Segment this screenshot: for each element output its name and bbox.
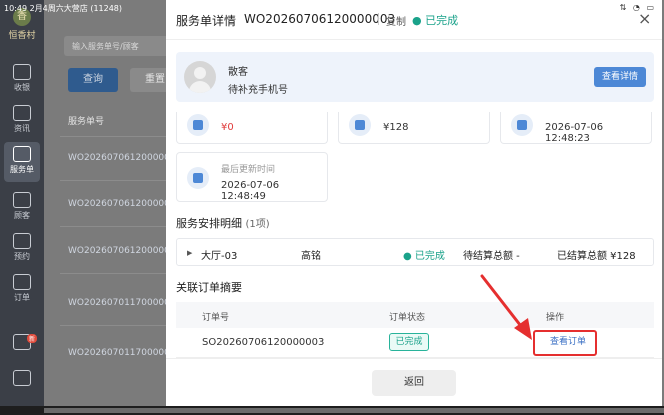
customer-name: 散客 <box>228 67 248 78</box>
service-row[interactable]: ▶ 大厅-03 高铭 ● 已完成 待结算总额 - 已结算总额 ¥128 <box>176 238 654 266</box>
nav-label: 收银 <box>14 83 30 92</box>
nav-label: 资讯 <box>14 124 30 133</box>
nav-item-account[interactable] <box>4 366 40 406</box>
stat-card: ¥128 <box>338 112 490 144</box>
home-icon <box>13 105 31 121</box>
nav-label: 服务单 <box>10 165 34 174</box>
list-item[interactable]: WO2026070612000002 <box>68 199 168 209</box>
calendar-check-icon <box>13 233 31 249</box>
stat-value: ¥0 <box>221 122 234 133</box>
order-section-title: 关联订单摘要 <box>176 279 242 295</box>
list-item[interactable]: WO2026070612000001 <box>68 246 168 256</box>
status-bar: 10:49 2月4周六大营店 (11248) ⇅ ◔ ▭ <box>0 0 664 16</box>
monitor-icon <box>13 64 31 80</box>
list-item[interactable]: WO2026070117000001 <box>68 348 168 358</box>
stat-card: 2026-07-06 12:48:23 <box>500 112 652 144</box>
order-status-badge: 已完成 <box>389 333 429 351</box>
stat-value: ¥128 <box>383 122 409 133</box>
bottom-bar <box>0 406 664 415</box>
new-badge: 新 <box>27 334 38 343</box>
user-icon <box>13 192 31 208</box>
column-header: 操作 <box>546 313 565 323</box>
wallet-icon <box>187 114 209 136</box>
column-header: 订单状态 <box>389 313 426 323</box>
logo-text: 恒香村 <box>8 31 36 41</box>
nav-item-cashier[interactable]: 收银 <box>4 60 40 100</box>
calendar-icon <box>13 146 31 162</box>
nav-item-news[interactable]: 资讯 <box>4 101 40 141</box>
clock-icon <box>511 114 533 136</box>
status-time: 10:49 2月4周六大营店 (11248) <box>4 4 123 13</box>
service-staff: 高铭 <box>301 251 321 262</box>
stat-value: 2026-07-06 12:48:23 <box>545 122 604 144</box>
wallet-icon <box>349 114 371 136</box>
expand-triangle-icon[interactable]: ▶ <box>187 249 192 257</box>
stat-label: 最后更新时间 <box>221 165 276 175</box>
customer-card: 散客 待补充手机号 查看详情 <box>176 52 654 102</box>
nav-label: 预约 <box>14 252 30 261</box>
avatar <box>184 61 216 93</box>
section-title: 关联订单摘要 <box>176 281 242 294</box>
stat-card-last-updated: 最后更新时间 2026-07-06 12:48:49 <box>176 152 328 202</box>
divider <box>60 180 170 181</box>
stat-value: 2026-07-06 12:48:49 <box>221 180 280 202</box>
list-item[interactable]: WO2026070117000002 <box>68 298 168 308</box>
order-number: SO20260706120000003 <box>202 337 325 348</box>
search-input[interactable]: 输入服务单号/顾客 <box>64 36 174 56</box>
nav-label: 订单 <box>14 293 30 302</box>
nav-item-orders[interactable]: 订单 <box>4 270 40 310</box>
table-header: 订单号 订单状态 操作 <box>176 302 654 328</box>
order-icon <box>13 274 31 290</box>
left-nav: 香 恒香村 收银 资讯 服务单 顾客 预约 订单 新 <box>0 0 44 406</box>
service-section-title: 服务安排明细 (1项) <box>176 215 270 231</box>
divider <box>60 136 170 137</box>
nav-label: 顾客 <box>14 211 30 220</box>
drawer-footer: 返回 <box>166 358 662 406</box>
section-title: 服务安排明细 <box>176 217 242 230</box>
status-icons: ⇅ ◔ ▭ <box>619 3 656 12</box>
annotation-arrow-icon <box>480 274 532 340</box>
view-details-button[interactable]: 查看详情 <box>594 67 646 87</box>
divider <box>60 226 170 227</box>
nav-item-appointments[interactable]: 预约 <box>4 229 40 269</box>
settled-total: 已结算总额 ¥128 <box>557 251 636 262</box>
divider <box>60 325 170 326</box>
stat-card: ¥0 <box>176 112 328 144</box>
nav-item-customers[interactable]: 顾客 <box>4 188 40 228</box>
column-header: 订单号 <box>202 313 230 323</box>
refresh-icon <box>187 167 209 189</box>
section-count: (1项) <box>245 219 270 230</box>
query-button[interactable]: 查询 <box>68 68 118 92</box>
column-header: 服务单号 <box>68 117 105 127</box>
nav-item-service-orders[interactable]: 服务单 <box>4 142 40 182</box>
bottom-tab-strip <box>44 408 664 413</box>
divider <box>60 273 170 274</box>
customer-phone: 待补充手机号 <box>228 85 288 96</box>
pending-total: 待结算总额 - <box>463 251 520 262</box>
back-button[interactable]: 返回 <box>372 370 456 396</box>
account-icon <box>13 370 31 386</box>
service-room: 大厅-03 <box>201 251 238 262</box>
list-item[interactable]: WO2026070612000003 <box>68 153 168 163</box>
service-status: ● 已完成 <box>403 251 445 262</box>
